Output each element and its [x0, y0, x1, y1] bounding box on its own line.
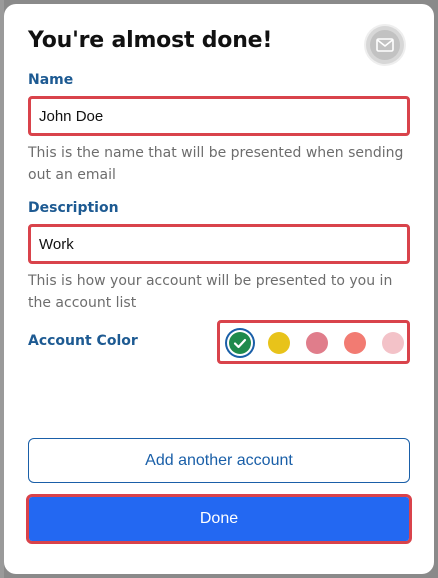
color-swatch-light-pink[interactable]	[382, 332, 404, 354]
done-button[interactable]: Done	[29, 497, 409, 541]
name-help-text: This is the name that will be presented …	[28, 145, 404, 183]
account-setup-dialog: You're almost done! Name This is the nam…	[4, 4, 434, 574]
color-swatch-yellow[interactable]	[268, 332, 290, 354]
checkmark-icon	[233, 338, 247, 349]
color-swatch-rose[interactable]	[306, 332, 328, 354]
color-swatch-green[interactable]	[229, 332, 251, 354]
dialog-title: You're almost done!	[28, 28, 273, 53]
name-label: Name	[28, 72, 74, 88]
name-field-container	[28, 96, 410, 136]
mail-icon	[370, 30, 400, 60]
account-color-picker	[217, 320, 410, 364]
description-field-container	[28, 224, 410, 264]
add-another-account-button[interactable]: Add another account	[28, 438, 410, 483]
color-swatch-salmon[interactable]	[344, 332, 366, 354]
description-input[interactable]	[31, 227, 407, 261]
mail-badge	[366, 26, 404, 64]
description-label: Description	[28, 200, 119, 216]
description-help-text: This is how your account will be present…	[28, 273, 393, 311]
account-color-label: Account Color	[28, 333, 138, 349]
name-input[interactable]	[31, 99, 407, 133]
done-button-container: Done	[26, 494, 412, 544]
